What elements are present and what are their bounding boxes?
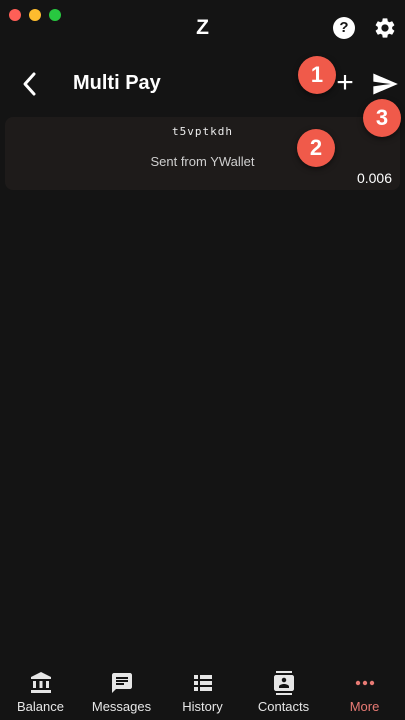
nav-item-balance[interactable]: Balance <box>0 662 81 720</box>
nav-item-history[interactable]: History <box>162 662 243 720</box>
payment-list-item[interactable]: t5vptkdh Sent from YWallet 0.006 <box>5 117 400 190</box>
app-window: Z ? Multi Pay + 1 t5vptkdh Sent from YWa… <box>0 0 405 720</box>
payment-address: t5vptkdh <box>172 125 233 138</box>
step-badge-1: 1 <box>298 56 336 94</box>
payment-amount: 0.006 <box>356 170 392 186</box>
more-icon <box>355 680 374 686</box>
step-badge-3: 3 <box>363 99 401 137</box>
nav-label: More <box>349 699 380 714</box>
nav-label: Messages <box>91 699 152 714</box>
page-title: Multi Pay <box>73 72 161 94</box>
list-icon <box>193 675 212 691</box>
back-button[interactable] <box>18 70 42 98</box>
bank-icon <box>30 672 51 693</box>
send-icon[interactable] <box>371 70 399 98</box>
nav-label: History <box>182 699 223 714</box>
nav-item-contacts[interactable]: Contacts <box>243 662 324 720</box>
contacts-icon <box>273 671 294 695</box>
payment-memo: Sent from YWallet <box>150 154 255 169</box>
gear-icon[interactable] <box>373 16 397 40</box>
bottom-navigation: Balance Messages History Contacts More <box>0 662 405 720</box>
nav-label: Balance <box>17 699 64 714</box>
help-icon[interactable]: ? <box>333 17 355 39</box>
nav-item-messages[interactable]: Messages <box>81 662 162 720</box>
message-icon <box>111 673 132 693</box>
nav-label: Contacts <box>257 699 310 714</box>
step-badge-2: 2 <box>297 129 335 167</box>
nav-item-more[interactable]: More <box>324 662 405 720</box>
